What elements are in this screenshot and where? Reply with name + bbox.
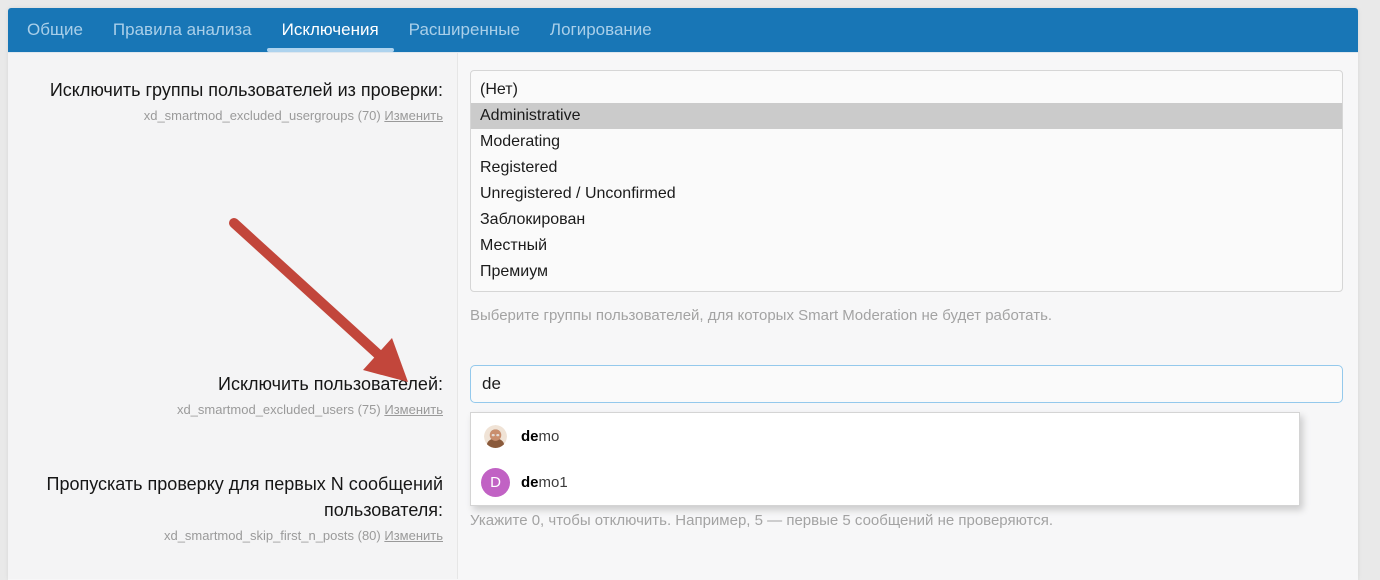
usergroups-label-block: Исключить группы пользователей из провер… [18, 77, 443, 123]
skip-first-option-id: xd_smartmod_skip_first_n_posts (80) Изме… [18, 528, 443, 543]
usergroup-option-banned[interactable]: Заблокирован [471, 207, 1342, 233]
tab-logging[interactable]: Логирование [539, 8, 663, 52]
user-avatar [481, 425, 510, 448]
usergroups-option-id: xd_smartmod_excluded_usergroups (70) Изм… [18, 108, 443, 123]
users-label: Исключить пользователей: [18, 371, 443, 397]
users-option-id: xd_smartmod_excluded_users (75) Изменить [18, 402, 443, 417]
usergroups-edit-link[interactable]: Изменить [384, 108, 443, 123]
user-autocomplete-dropdown: demo D demo1 [470, 412, 1300, 506]
usergroup-option-none[interactable]: (Нет) [471, 77, 1342, 103]
photo-avatar-icon [484, 425, 507, 448]
suggestion-demo[interactable]: demo [471, 413, 1299, 459]
usergroups-help-text: Выберите группы пользователей, для котор… [470, 306, 1052, 326]
settings-panel: Общие Правила анализа Исключения Расшире… [8, 8, 1358, 580]
user-avatar: D [481, 468, 510, 497]
tab-bar: Общие Правила анализа Исключения Расшире… [8, 8, 1358, 53]
usergroups-label: Исключить группы пользователей из провер… [18, 77, 443, 103]
excluded-users-input[interactable] [470, 365, 1343, 403]
letter-avatar: D [481, 468, 510, 497]
skip-first-edit-link[interactable]: Изменить [384, 528, 443, 543]
tab-exclusions[interactable]: Исключения [271, 8, 390, 52]
usergroup-option-premium[interactable]: Премиум [471, 259, 1342, 285]
usergroup-option-unregistered[interactable]: Unregistered / Unconfirmed [471, 181, 1342, 207]
suggestion-username: demo [521, 428, 559, 445]
usergroup-option-moderating[interactable]: Moderating [471, 129, 1342, 155]
suggestion-username: demo1 [521, 474, 568, 491]
users-edit-link[interactable]: Изменить [384, 402, 443, 417]
skip-first-label-block: Пропускать проверку для первых N сообщен… [18, 471, 443, 543]
suggestion-demo1[interactable]: D demo1 [471, 459, 1299, 505]
usergroup-option-administrative[interactable]: Administrative [471, 103, 1342, 129]
tab-advanced[interactable]: Расширенные [398, 8, 531, 52]
tab-analysis-rules[interactable]: Правила анализа [102, 8, 263, 52]
tab-general[interactable]: Общие [16, 8, 94, 52]
column-divider [457, 53, 458, 579]
usergroup-option-local[interactable]: Местный [471, 233, 1342, 259]
skip-first-help-text: Укажите 0, чтобы отключить. Например, 5 … [470, 511, 1053, 531]
skip-first-label: Пропускать проверку для первых N сообщен… [18, 471, 443, 523]
users-label-block: Исключить пользователей: xd_smartmod_exc… [18, 371, 443, 417]
usergroup-option-registered[interactable]: Registered [471, 155, 1342, 181]
usergroups-multiselect[interactable]: (Нет) Administrative Moderating Register… [470, 70, 1343, 292]
tab-content-exclusions: Исключить группы пользователей из провер… [8, 53, 1358, 579]
